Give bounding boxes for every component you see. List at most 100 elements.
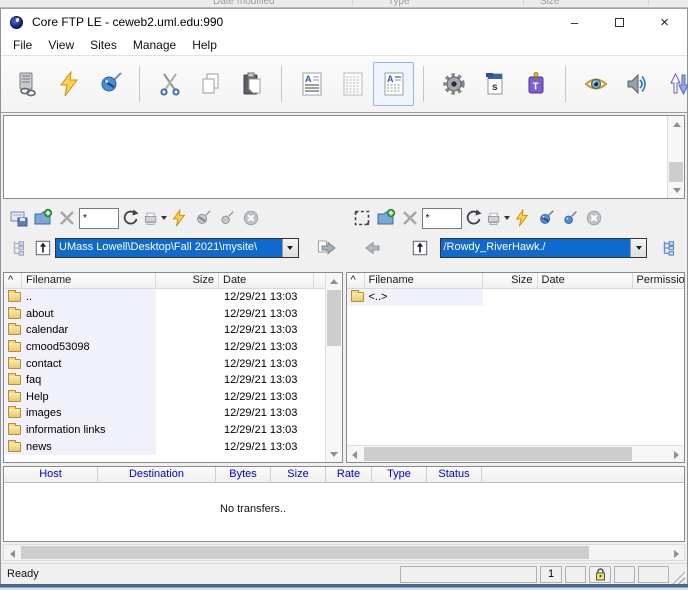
close-button[interactable]: × [642, 9, 687, 35]
column-header-filename[interactable]: Filename [365, 273, 483, 288]
remote-connect2-button[interactable] [558, 206, 582, 230]
sort-indicator[interactable]: ^ [4, 273, 22, 288]
sort-indicator[interactable]: ^ [347, 273, 365, 288]
local-connect2-button[interactable] [215, 206, 239, 230]
column-header-filename[interactable]: Filename [22, 273, 156, 288]
column-header-permissions[interactable]: Permissions [633, 273, 685, 288]
quick-connect-button[interactable] [48, 62, 89, 106]
local-list-scrollbar[interactable] [324, 273, 342, 462]
file-row[interactable]: images 12/29/21 13:03 [4, 405, 325, 422]
remote-path-combobox[interactable]: /Rowdy_RiverHawk./ [439, 237, 647, 258]
minimize-button[interactable]: – [552, 9, 597, 35]
queue-column-header[interactable]: Host [4, 467, 98, 482]
local-up-directory-button[interactable] [31, 236, 55, 260]
menu-item[interactable]: View [40, 36, 82, 54]
file-row[interactable]: about 12/29/21 13:03 [4, 305, 325, 323]
menu-item[interactable]: Sites [82, 36, 125, 54]
queue-column-header[interactable]: Status [427, 467, 482, 482]
menu-item[interactable]: Manage [125, 36, 184, 54]
file-row[interactable]: Help 12/29/21 13:03 [4, 388, 325, 406]
local-connect-button[interactable] [191, 206, 215, 230]
download-button[interactable] [362, 236, 386, 260]
remote-view-options-button[interactable] [486, 206, 510, 230]
local-tree-view-button[interactable] [7, 236, 31, 260]
remote-list-hscrollbar[interactable] [346, 445, 684, 462]
remote-delete-button[interactable] [398, 206, 422, 230]
view-button[interactable] [575, 62, 616, 106]
scroll-left-arrow[interactable] [4, 545, 20, 562]
file-row[interactable]: cmood53098 12/29/21 13:03 [4, 338, 325, 356]
scroll-down-arrow[interactable] [326, 446, 342, 462]
queue-column-header[interactable]: Size [271, 467, 326, 482]
auto-mode-button[interactable]: A [373, 62, 414, 106]
delete-button[interactable] [55, 206, 79, 230]
remote-new-folder-button[interactable] [374, 206, 398, 230]
settings-button[interactable] [433, 62, 474, 106]
remote-path-dropdown-button[interactable] [630, 238, 646, 257]
local-path-dropdown-button[interactable] [281, 238, 298, 257]
view-options-button[interactable] [143, 206, 167, 230]
local-filter-input[interactable] [79, 207, 119, 229]
resize-grip[interactable] [672, 571, 685, 584]
remote-tree-view-button[interactable] [657, 236, 681, 260]
column-header-size[interactable]: Size [483, 273, 538, 288]
binary-mode-button[interactable] [332, 62, 373, 106]
scroll-left-arrow[interactable] [347, 446, 363, 462]
script-edit-button[interactable]: s [474, 62, 515, 106]
maximize-button[interactable] [597, 9, 642, 35]
new-folder-button[interactable] [31, 206, 55, 230]
remote-disconnect-button[interactable] [582, 206, 606, 230]
remote-path-value[interactable]: /Rowdy_RiverHawk./ [440, 238, 630, 257]
ascii-mode-button[interactable]: A [291, 62, 332, 106]
column-header-date[interactable]: Date [219, 273, 314, 288]
queue-hscroll-thumb[interactable] [21, 546, 589, 559]
copy-button[interactable] [190, 62, 231, 106]
site-manager-button[interactable] [7, 62, 48, 106]
refresh-button[interactable] [119, 206, 143, 230]
settings-gear-icon [442, 73, 465, 95]
paste-button[interactable] [231, 62, 272, 106]
remote-quick-connect-button[interactable] [510, 206, 534, 230]
scroll-right-arrow[interactable] [668, 446, 684, 462]
remote-filter-input[interactable] [421, 207, 462, 229]
scroll-up-arrow[interactable] [326, 273, 342, 289]
column-header-size[interactable]: Size [156, 273, 219, 288]
menu-item[interactable]: Help [184, 36, 225, 54]
file-row[interactable]: faq 12/29/21 13:03 [4, 371, 325, 389]
template-button[interactable]: T [515, 62, 556, 106]
remote-connect-button[interactable] [534, 206, 558, 230]
remote-refresh-button[interactable] [462, 206, 486, 230]
select-button[interactable] [350, 206, 374, 230]
file-row[interactable]: contact 12/29/21 13:03 [4, 355, 325, 372]
remote-up-directory-button[interactable] [408, 236, 432, 260]
queue-column-header[interactable]: Rate [326, 467, 372, 482]
local-path-value[interactable]: UMass Lowell\Desktop\Fall 2021\mysite\ [56, 238, 282, 257]
queue-hscrollbar[interactable] [3, 544, 685, 561]
local-path-combobox[interactable]: UMass Lowell\Desktop\Fall 2021\mysite\ [55, 237, 299, 258]
log-scroll-thumb[interactable] [669, 162, 683, 182]
local-quick-connect-button[interactable] [167, 206, 191, 230]
scroll-down-arrow[interactable] [668, 182, 684, 198]
local-scroll-thumb[interactable] [326, 290, 341, 346]
file-row[interactable]: .. 12/29/21 13:03 [4, 289, 325, 306]
file-row[interactable]: <..> [346, 289, 685, 306]
save-site-button[interactable] [7, 206, 31, 230]
upload-button[interactable] [315, 236, 339, 260]
file-row[interactable]: calendar 12/29/21 13:03 [4, 322, 325, 339]
remote-hscroll-thumb[interactable] [363, 447, 632, 461]
queue-column-header[interactable]: Bytes [216, 467, 271, 482]
cut-button[interactable] [149, 62, 190, 106]
disconnect-button[interactable] [89, 62, 130, 106]
local-disconnect-button[interactable] [239, 206, 263, 230]
file-row[interactable]: information links 12/29/21 13:03 [4, 421, 325, 439]
log-scrollbar[interactable] [667, 116, 684, 198]
scroll-right-arrow[interactable] [668, 545, 684, 562]
queue-column-header[interactable]: Destination [98, 467, 216, 482]
menu-item[interactable]: File [5, 36, 40, 54]
queue-column-header[interactable]: Type [372, 467, 427, 482]
sounds-button[interactable] [616, 62, 657, 106]
column-header-date[interactable]: Date [538, 273, 633, 288]
scroll-up-arrow[interactable] [668, 116, 684, 132]
file-row[interactable]: news 12/29/21 13:03 [4, 438, 325, 455]
sync-transfers-button[interactable] [657, 62, 688, 106]
